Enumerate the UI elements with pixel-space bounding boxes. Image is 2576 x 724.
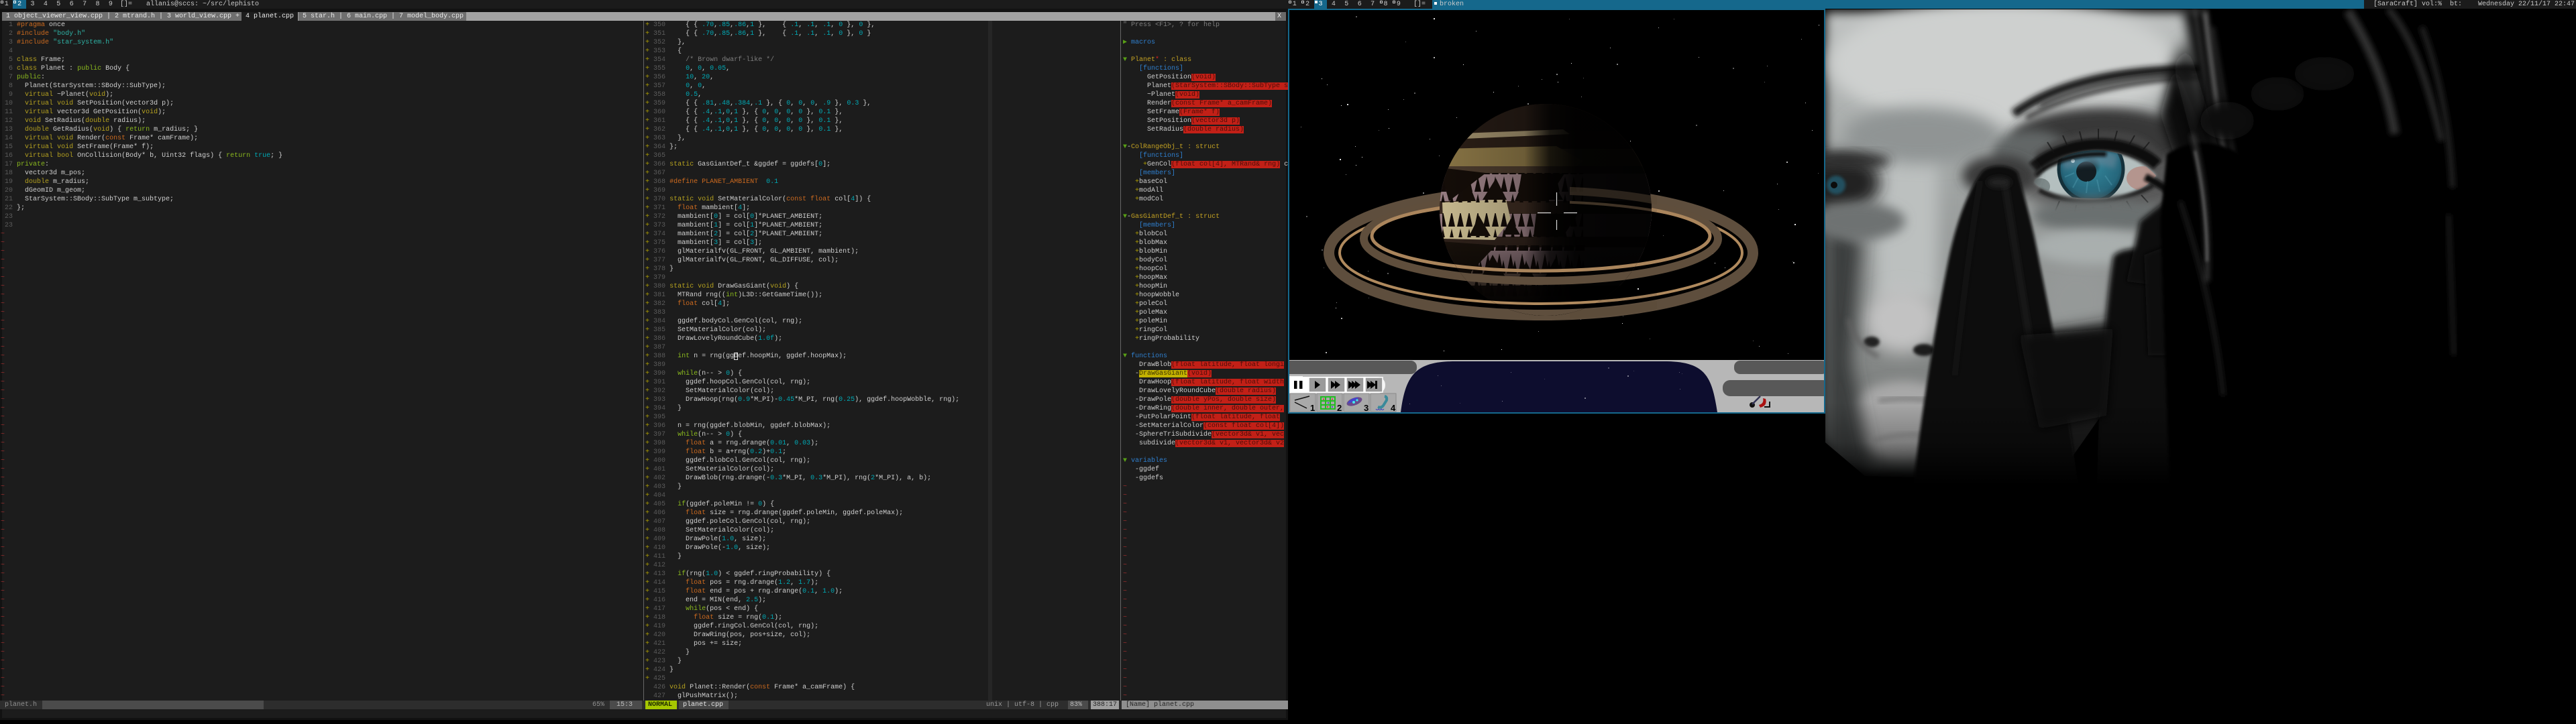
svg-text:3: 3 xyxy=(1364,403,1368,412)
svg-text:4: 4 xyxy=(1391,403,1396,412)
svg-text:1: 1 xyxy=(1310,403,1315,412)
svg-text:2: 2 xyxy=(1337,403,1342,412)
